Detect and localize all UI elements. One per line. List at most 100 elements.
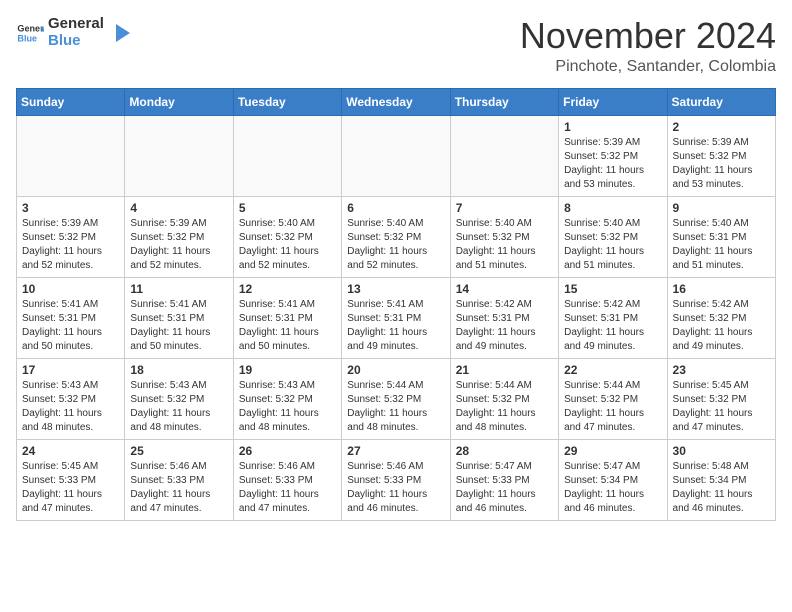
calendar-day-cell: 15 Sunrise: 5:42 AMSunset: 5:31 PMDayligh… [559,277,667,358]
day-info: Sunrise: 5:39 AMSunset: 5:32 PMDaylight:… [130,217,227,273]
day-number: 4 [130,201,227,215]
day-number: 18 [130,363,227,377]
calendar-day-cell: 5 Sunrise: 5:40 AMSunset: 5:32 PMDaylight… [233,196,341,277]
calendar-day-cell: 20Sunrise: 5:44 AMSunset: 5:32 PMDayligh… [342,358,450,439]
calendar-day-cell: 8Sunrise: 5:40 AMSunset: 5:32 PMDaylight… [559,196,667,277]
day-info: Sunrise: 5:39 AMSunset: 5:32 PMDaylight:… [22,217,119,273]
day-number: 23 [673,363,770,377]
day-number: 15 [564,282,661,296]
weekday-header-tuesday: Tuesday [233,88,341,115]
calendar-day-cell: 1Sunrise: 5:39 AMSunset: 5:32 PMDaylight… [559,115,667,196]
day-number: 29 [564,444,661,458]
day-number: 27 [347,444,444,458]
day-number: 10 [22,282,119,296]
day-number: 11 [130,282,227,296]
calendar-day-cell: 14Sunrise: 5:42 AMSunset: 5:31 PMDayligh… [450,277,558,358]
logo: General Blue General Blue [16,16,130,49]
day-number: 30 [673,444,770,458]
day-info: Sunrise: 5:40 AMSunset: 5:32 PMDaylight:… [239,217,336,273]
day-info: Sunrise: 5:46 AMSunset: 5:33 PMDaylight:… [347,460,444,516]
day-info: Sunrise: 5:41 AMSunset: 5:31 PMDaylight:… [347,298,444,354]
logo-arrow-icon [108,22,130,44]
day-number: 12 [239,282,336,296]
day-info: Sunrise: 5:44 AMSunset: 5:32 PMDaylight:… [456,379,553,435]
day-number: 2 [673,120,770,134]
calendar-day-cell [342,115,450,196]
day-info: Sunrise: 5:41 AMSunset: 5:31 PMDaylight:… [239,298,336,354]
calendar-day-cell: 3 Sunrise: 5:39 AMSunset: 5:32 PMDaylight… [17,196,125,277]
day-info: Sunrise: 5:45 AMSunset: 5:32 PMDaylight:… [673,379,770,435]
calendar-day-cell: 7 Sunrise: 5:40 AMSunset: 5:32 PMDaylight… [450,196,558,277]
weekday-header-thursday: Thursday [450,88,558,115]
day-number: 9 [673,201,770,215]
day-number: 17 [22,363,119,377]
calendar-day-cell: 13Sunrise: 5:41 AMSunset: 5:31 PMDayligh… [342,277,450,358]
calendar-day-cell: 9 Sunrise: 5:40 AMSunset: 5:31 PMDaylight… [667,196,775,277]
day-info: Sunrise: 5:46 AMSunset: 5:33 PMDaylight:… [130,460,227,516]
day-info: Sunrise: 5:39 AMSunset: 5:32 PMDaylight:… [673,136,770,192]
day-info: Sunrise: 5:40 AMSunset: 5:32 PMDaylight:… [456,217,553,273]
day-number: 22 [564,363,661,377]
day-number: 6 [347,201,444,215]
calendar-week-row: 17 Sunrise: 5:43 AMSunset: 5:32 PMDayligh… [17,358,776,439]
day-info: Sunrise: 5:43 AMSunset: 5:32 PMDaylight:… [239,379,336,435]
logo-icon: General Blue [16,19,44,47]
calendar-day-cell: 25 Sunrise: 5:46 AMSunset: 5:33 PMDayligh… [125,439,233,520]
calendar-day-cell: 22 Sunrise: 5:44 AMSunset: 5:32 PMDayligh… [559,358,667,439]
day-number: 25 [130,444,227,458]
day-info: Sunrise: 5:41 AMSunset: 5:31 PMDaylight:… [22,298,119,354]
day-info: Sunrise: 5:46 AMSunset: 5:33 PMDaylight:… [239,460,336,516]
day-info: Sunrise: 5:41 AMSunset: 5:31 PMDaylight:… [130,298,227,354]
day-number: 1 [564,120,661,134]
logo-general-text: General [48,16,104,33]
calendar-day-cell: 6 Sunrise: 5:40 AMSunset: 5:32 PMDaylight… [342,196,450,277]
day-number: 7 [456,201,553,215]
day-number: 28 [456,444,553,458]
weekday-header-saturday: Saturday [667,88,775,115]
day-info: Sunrise: 5:47 AMSunset: 5:33 PMDaylight:… [456,460,553,516]
calendar-week-row: 3 Sunrise: 5:39 AMSunset: 5:32 PMDaylight… [17,196,776,277]
weekday-header-monday: Monday [125,88,233,115]
calendar-week-row: 24 Sunrise: 5:45 AMSunset: 5:33 PMDayligh… [17,439,776,520]
calendar-day-cell [450,115,558,196]
day-info: Sunrise: 5:48 AMSunset: 5:34 PMDaylight:… [673,460,770,516]
day-info: Sunrise: 5:43 AMSunset: 5:32 PMDaylight:… [22,379,119,435]
calendar-day-cell: 24 Sunrise: 5:45 AMSunset: 5:33 PMDayligh… [17,439,125,520]
calendar-day-cell: 23 Sunrise: 5:45 AMSunset: 5:32 PMDayligh… [667,358,775,439]
weekday-header-wednesday: Wednesday [342,88,450,115]
weekday-header-sunday: Sunday [17,88,125,115]
day-info: Sunrise: 5:45 AMSunset: 5:33 PMDaylight:… [22,460,119,516]
day-info: Sunrise: 5:44 AMSunset: 5:32 PMDaylight:… [564,379,661,435]
day-number: 8 [564,201,661,215]
calendar-day-cell: 17 Sunrise: 5:43 AMSunset: 5:32 PMDayligh… [17,358,125,439]
day-number: 19 [239,363,336,377]
calendar-day-cell: 11 Sunrise: 5:41 AMSunset: 5:31 PMDayligh… [125,277,233,358]
page-header: General Blue General Blue November 2024 … [16,16,776,76]
calendar-day-cell: 21Sunrise: 5:44 AMSunset: 5:32 PMDayligh… [450,358,558,439]
calendar-day-cell: 18 Sunrise: 5:43 AMSunset: 5:32 PMDayligh… [125,358,233,439]
day-number: 24 [22,444,119,458]
calendar-day-cell: 30 Sunrise: 5:48 AMSunset: 5:34 PMDayligh… [667,439,775,520]
day-info: Sunrise: 5:43 AMSunset: 5:32 PMDaylight:… [130,379,227,435]
calendar-day-cell: 16 Sunrise: 5:42 AMSunset: 5:32 PMDayligh… [667,277,775,358]
calendar-week-row: 1 Sunrise: 5:39 AMSunset: 5:32 PMDaylight… [17,115,776,196]
day-number: 3 [22,201,119,215]
weekday-header-friday: Friday [559,88,667,115]
day-info: Sunrise: 5:42 AMSunset: 5:31 PMDaylight:… [564,298,661,354]
day-number: 5 [239,201,336,215]
day-info: Sunrise: 5:42 AMSunset: 5:32 PMDaylight:… [673,298,770,354]
day-number: 16 [673,282,770,296]
day-info: Sunrise: 5:40 AMSunset: 5:32 PMDaylight:… [347,217,444,273]
day-number: 20 [347,363,444,377]
location-subtitle: Pinchote, Santander, Colombia [520,58,776,76]
day-info: Sunrise: 5:40 AMSunset: 5:31 PMDaylight:… [673,217,770,273]
calendar-day-cell: 28 Sunrise: 5:47 AMSunset: 5:33 PMDayligh… [450,439,558,520]
calendar-day-cell: 19 Sunrise: 5:43 AMSunset: 5:32 PMDayligh… [233,358,341,439]
day-number: 26 [239,444,336,458]
calendar-day-cell: 27 Sunrise: 5:46 AMSunset: 5:33 PMDayligh… [342,439,450,520]
calendar-day-cell: 10 Sunrise: 5:41 AMSunset: 5:31 PMDayligh… [17,277,125,358]
calendar-day-cell: 4 Sunrise: 5:39 AMSunset: 5:32 PMDaylight… [125,196,233,277]
calendar-day-cell: 29Sunrise: 5:47 AMSunset: 5:34 PMDayligh… [559,439,667,520]
svg-text:Blue: Blue [17,33,37,43]
calendar-day-cell [17,115,125,196]
